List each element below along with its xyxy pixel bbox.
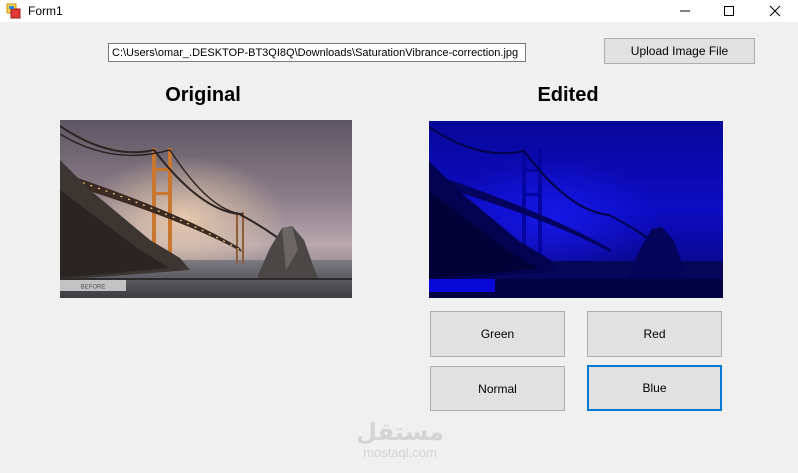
close-icon <box>769 5 781 17</box>
minimize-icon <box>680 10 690 12</box>
edited-heading: Edited <box>537 84 599 106</box>
original-bridge-image: BEFORE <box>60 120 352 298</box>
watermark-arabic: مستقل <box>356 418 444 446</box>
maximize-button[interactable] <box>706 0 752 22</box>
watermark-latin: mostaql.com <box>363 445 437 460</box>
close-button[interactable] <box>752 0 798 22</box>
original-heading: Original <box>165 84 241 106</box>
blue-filter-button[interactable]: Blue <box>587 365 722 411</box>
normal-filter-button[interactable]: Normal <box>430 366 565 411</box>
minimize-button[interactable] <box>662 0 708 22</box>
window-title: Form1 <box>28 4 63 18</box>
before-label: BEFORE <box>81 285 106 291</box>
app-window: Form1 Upload Image File Original Edited <box>0 0 798 473</box>
edited-picturebox <box>429 121 723 298</box>
red-filter-button[interactable]: Red <box>587 311 722 357</box>
green-filter-button[interactable]: Green <box>430 311 565 357</box>
watermark: مستقل mostaql.com <box>330 418 470 460</box>
upload-image-button[interactable]: Upload Image File <box>604 38 755 64</box>
app-icon <box>6 3 22 19</box>
edited-label-bar <box>429 279 495 292</box>
original-picturebox: BEFORE <box>60 120 352 298</box>
file-path-textbox[interactable] <box>108 43 526 62</box>
maximize-icon <box>724 6 734 16</box>
title-bar[interactable]: Form1 <box>0 0 798 22</box>
edited-bridge-image <box>429 121 723 298</box>
